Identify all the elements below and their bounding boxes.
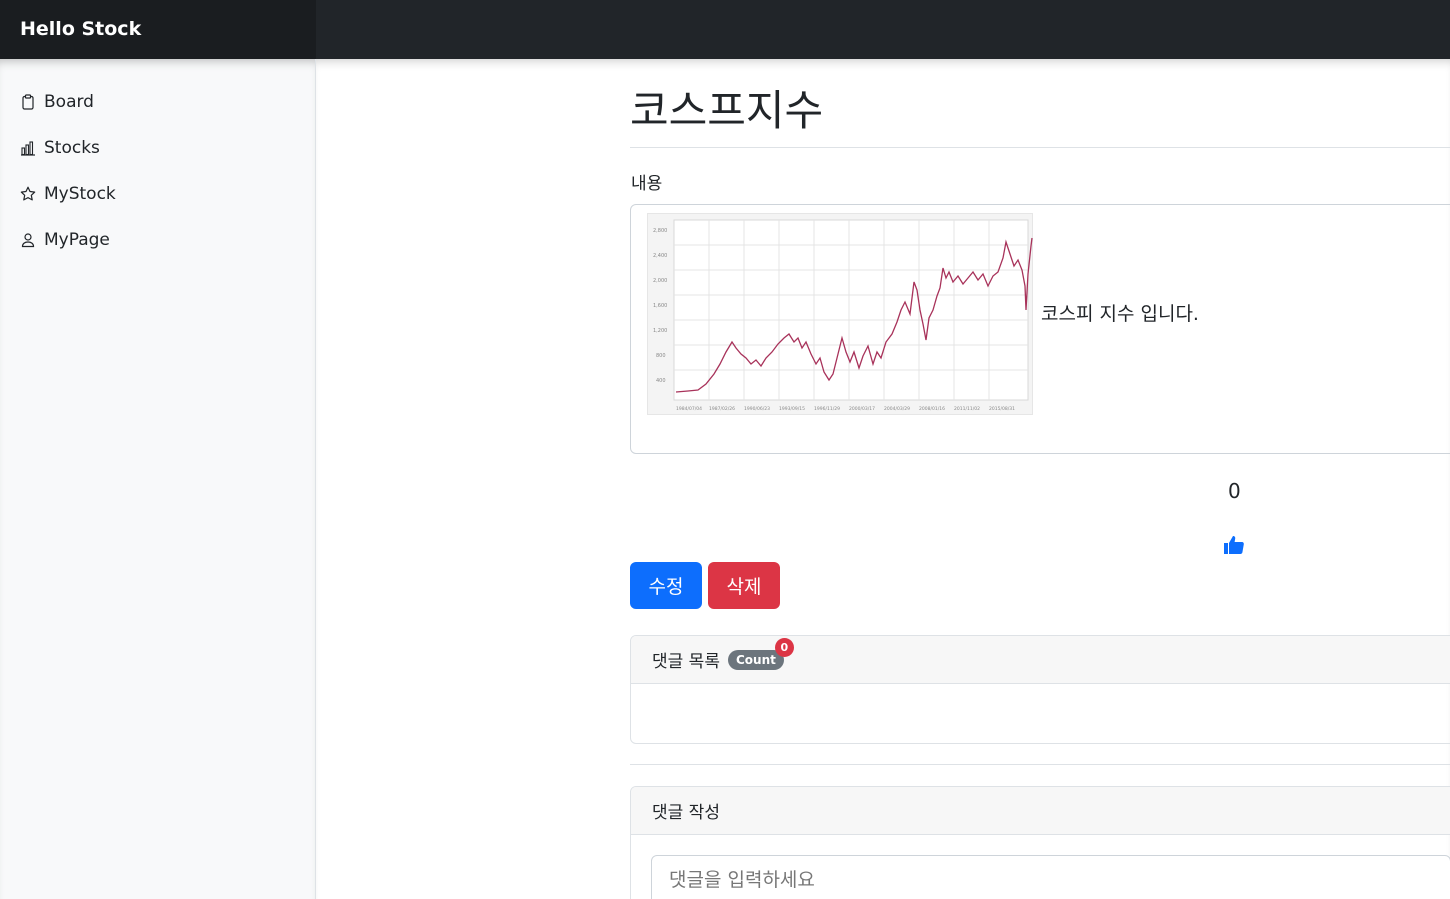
page-title: 코스프지수	[630, 86, 824, 135]
sidebar-item-stocks[interactable]: Stocks	[20, 138, 100, 158]
svg-text:400: 400	[656, 378, 666, 384]
content-label: 내용	[631, 174, 663, 194]
svg-text:1987/02/26: 1987/02/26	[709, 406, 735, 412]
divider	[630, 764, 1450, 765]
sidebar: Board Stocks MyStock MyPage	[0, 59, 316, 899]
svg-text:2008/01/16: 2008/01/16	[919, 406, 945, 412]
bar-chart-icon	[21, 141, 35, 156]
sidebar-item-board[interactable]: Board	[20, 92, 94, 112]
svg-text:1990/06/23: 1990/06/23	[744, 406, 770, 412]
like-count: 0	[1228, 479, 1241, 503]
svg-text:2000/03/17: 2000/03/17	[849, 406, 875, 412]
comment-write-title: 댓글 작성	[652, 803, 720, 823]
main-content: 코스프지수 내용 2,800 2,400 2,000 1,600 1,200 8…	[316, 59, 1450, 899]
delete-button[interactable]: 삭제	[708, 562, 780, 609]
count-value-badge: 0	[774, 637, 794, 657]
svg-text:1,600: 1,600	[653, 303, 667, 309]
brand-logo[interactable]: Hello Stock	[0, 0, 316, 59]
sidebar-item-mypage[interactable]: MyPage	[20, 230, 110, 250]
comment-input[interactable]	[651, 855, 1450, 899]
sidebar-item-label: Board	[44, 92, 94, 112]
svg-text:1984/07/04: 1984/07/04	[676, 406, 702, 412]
svg-text:1,200: 1,200	[653, 328, 667, 334]
svg-text:2011/11/02: 2011/11/02	[954, 406, 980, 412]
content-text: 코스피 지수 입니다.	[1041, 303, 1199, 325]
sidebar-item-label: MyPage	[44, 230, 110, 250]
svg-text:1993/09/15: 1993/09/15	[779, 406, 805, 412]
comment-list-title: 댓글 목록	[652, 652, 720, 672]
thumbs-up-icon[interactable]	[1222, 533, 1246, 557]
svg-text:2015/08/31: 2015/08/31	[989, 406, 1015, 412]
svg-text:1996/11/29: 1996/11/29	[814, 406, 840, 412]
edit-button[interactable]: 수정	[630, 562, 702, 609]
sidebar-item-mystock[interactable]: MyStock	[20, 184, 116, 204]
count-badge: Count 0	[727, 637, 794, 670]
svg-text:800: 800	[656, 353, 666, 359]
comment-write-card: 댓글 작성	[630, 786, 1450, 899]
content-box: 2,800 2,400 2,000 1,600 1,200 800 400 1984/07…	[630, 204, 1450, 454]
kospi-chart-image: 2,800 2,400 2,000 1,600 1,200 800 400 1984/07…	[647, 213, 1033, 415]
comment-list-header: 댓글 목록 Count 0	[631, 636, 1450, 684]
svg-text:2,800: 2,800	[653, 228, 667, 234]
person-icon	[21, 233, 35, 248]
star-icon	[20, 186, 36, 201]
divider	[630, 147, 1450, 148]
svg-text:2,000: 2,000	[653, 278, 667, 284]
svg-text:2,400: 2,400	[653, 253, 667, 259]
comment-write-header: 댓글 작성	[631, 787, 1450, 835]
sidebar-item-label: Stocks	[44, 138, 100, 158]
count-label: Count	[735, 652, 776, 667]
comment-list-card: 댓글 목록 Count 0	[630, 635, 1450, 744]
clipboard-icon	[22, 94, 34, 110]
sidebar-item-label: MyStock	[44, 184, 116, 204]
top-navbar: Hello Stock	[0, 0, 1450, 59]
svg-text:2004/03/29: 2004/03/29	[884, 406, 910, 412]
